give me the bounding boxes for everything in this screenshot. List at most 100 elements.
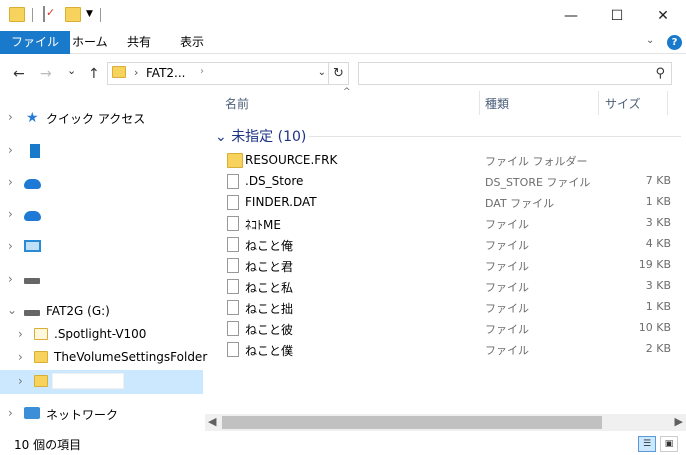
file-name: ねこと彼 xyxy=(245,323,294,337)
file-name: RESOURCE.FRK xyxy=(245,153,338,167)
table-row[interactable]: FINDER.DAT DAT ファイル 1 KB xyxy=(209,192,681,213)
file-size: 19 KB xyxy=(638,258,671,271)
computer-icon xyxy=(24,240,41,252)
chevron-right-icon[interactable]: › xyxy=(8,272,13,286)
chevron-right-icon[interactable]: › xyxy=(8,406,13,420)
chevron-down-icon[interactable]: ⌄ xyxy=(215,129,231,145)
search-icon[interactable]: ⚲ xyxy=(655,66,665,81)
ribbon-expand-icon[interactable]: ⌄ xyxy=(646,35,654,46)
table-row[interactable]: ねこと僕 ファイル 2 KB xyxy=(209,339,681,360)
file-icon xyxy=(227,237,239,252)
nav-item-building[interactable]: › xyxy=(0,139,203,163)
up-button[interactable]: ↑ xyxy=(88,66,100,82)
divider xyxy=(32,8,33,22)
forward-button[interactable]: → xyxy=(40,66,52,82)
navigation-bar: ← → ⌄ ↑ › FAT2... › ⌄ ↻ ⚲ xyxy=(0,60,686,88)
qa-dropdown-icon[interactable]: ▼ xyxy=(86,9,93,19)
details-view-button[interactable]: ☰ xyxy=(638,436,656,452)
nav-item-renaming-folder[interactable]: › xyxy=(0,370,203,394)
file-size: 3 KB xyxy=(645,216,671,229)
table-row[interactable]: ねこと私 ファイル 3 KB xyxy=(209,276,681,297)
chevron-right-icon[interactable]: › xyxy=(8,110,13,124)
nav-item-network[interactable]: › ネットワーク xyxy=(0,402,203,426)
nav-item-spotlight[interactable]: › .Spotlight-V100 xyxy=(0,323,203,347)
file-name: .DS_Store xyxy=(245,174,304,188)
column-divider[interactable] xyxy=(667,91,668,115)
horizontal-scrollbar[interactable]: ◀ ▶ xyxy=(205,414,686,431)
file-name: ねこと俺 xyxy=(245,239,294,253)
file-size: 10 KB xyxy=(638,321,671,334)
breadcrumb-item[interactable]: FAT2... xyxy=(146,66,186,80)
nav-item-quick-access[interactable]: › ★ クイック アクセス xyxy=(0,106,203,130)
folder-icon xyxy=(34,351,48,363)
chevron-right-icon[interactable]: › xyxy=(8,239,13,253)
table-row[interactable]: ﾈｺﾄME ファイル 3 KB xyxy=(209,213,681,234)
file-size: 1 KB xyxy=(645,195,671,208)
large-icons-view-button[interactable]: ▣ xyxy=(660,436,678,452)
help-icon[interactable]: ? xyxy=(667,35,682,50)
file-name: ねこと僕 xyxy=(245,344,294,358)
chevron-right-icon[interactable]: › xyxy=(8,175,13,189)
chevron-right-icon[interactable]: › xyxy=(8,143,13,157)
chevron-right-icon[interactable]: › xyxy=(8,207,13,221)
cloud-icon xyxy=(24,179,41,189)
breadcrumb-chevron-icon[interactable]: › xyxy=(134,66,138,79)
group-divider xyxy=(309,136,681,137)
nav-item-drive[interactable]: › xyxy=(0,268,203,292)
column-divider[interactable] xyxy=(479,91,480,115)
address-bar[interactable]: › FAT2... › ⌄ ↻ xyxy=(107,62,349,85)
nav-item-this-pc[interactable]: › xyxy=(0,235,203,259)
chevron-down-icon[interactable]: ⌄ xyxy=(7,303,17,317)
tab-view[interactable]: 表示 xyxy=(168,31,216,54)
scroll-left-icon[interactable]: ◀ xyxy=(208,415,216,428)
file-size: 1 KB xyxy=(645,300,671,313)
large-icons-view-icon: ▣ xyxy=(664,439,674,449)
file-icon xyxy=(227,279,239,294)
close-button[interactable]: ✕ xyxy=(640,0,686,31)
scrollbar-thumb[interactable] xyxy=(222,416,602,429)
minimize-button[interactable]: — xyxy=(548,0,594,31)
table-row[interactable]: ねこと俺 ファイル 4 KB xyxy=(209,234,681,255)
file-name: ﾈｺﾄME xyxy=(245,218,281,232)
nav-item-fat2g[interactable]: ⌄ FAT2G (G:) xyxy=(0,300,203,324)
column-header-name[interactable]: 名前 xyxy=(225,95,249,112)
properties-icon[interactable] xyxy=(43,6,45,22)
building-icon xyxy=(30,144,40,158)
star-icon: ★ xyxy=(26,110,39,126)
maximize-button[interactable]: ☐ xyxy=(594,0,640,31)
column-divider[interactable] xyxy=(598,91,599,115)
table-row[interactable]: ねこと拙 ファイル 1 KB xyxy=(209,297,681,318)
file-list: ^ 名前 種類 サイズ ⌄ 未指定 (10) RESOURCE.FRK ファイル … xyxy=(209,87,686,433)
search-input[interactable]: ⚲ xyxy=(358,62,672,85)
nav-item-label: クイック アクセス xyxy=(46,112,146,126)
group-header[interactable]: ⌄ 未指定 (10) xyxy=(215,126,306,146)
breadcrumb-chevron-icon[interactable]: › xyxy=(200,66,204,77)
nav-item-volume-settings[interactable]: › TheVolumeSettingsFolder xyxy=(0,346,207,370)
tab-home[interactable]: ホーム xyxy=(60,31,120,54)
back-button[interactable]: ← xyxy=(13,66,25,82)
new-folder-icon[interactable] xyxy=(65,7,81,22)
refresh-button[interactable]: ↻ xyxy=(328,63,348,84)
chevron-right-icon[interactable]: › xyxy=(18,327,23,341)
tab-share[interactable]: 共有 xyxy=(115,31,163,54)
address-dropdown-icon[interactable]: ⌄ xyxy=(318,67,326,78)
file-type: ファイル xyxy=(485,260,529,273)
rename-input[interactable] xyxy=(52,373,124,389)
nav-item-onedrive-2[interactable]: › xyxy=(0,203,203,227)
recent-locations-button[interactable]: ⌄ xyxy=(67,64,76,77)
file-size: 4 KB xyxy=(645,237,671,250)
table-row[interactable]: .DS_Store DS_STORE ファイル 7 KB xyxy=(209,171,681,192)
column-header-type[interactable]: 種類 xyxy=(485,95,509,112)
table-row[interactable]: ねこと彼 ファイル 10 KB xyxy=(209,318,681,339)
nav-item-onedrive[interactable]: › xyxy=(0,171,203,195)
folder-icon xyxy=(9,7,25,22)
scroll-right-icon[interactable]: ▶ xyxy=(675,415,683,428)
table-row[interactable]: ねこと君 ファイル 19 KB xyxy=(209,255,681,276)
table-row[interactable]: RESOURCE.FRK ファイル フォルダー xyxy=(209,150,681,171)
chevron-right-icon[interactable]: › xyxy=(18,350,23,364)
chevron-right-icon[interactable]: › xyxy=(18,374,23,388)
column-header-size[interactable]: サイズ xyxy=(605,95,641,112)
file-size: 3 KB xyxy=(645,279,671,292)
file-type: ファイル xyxy=(485,344,529,357)
file-icon xyxy=(227,195,239,210)
